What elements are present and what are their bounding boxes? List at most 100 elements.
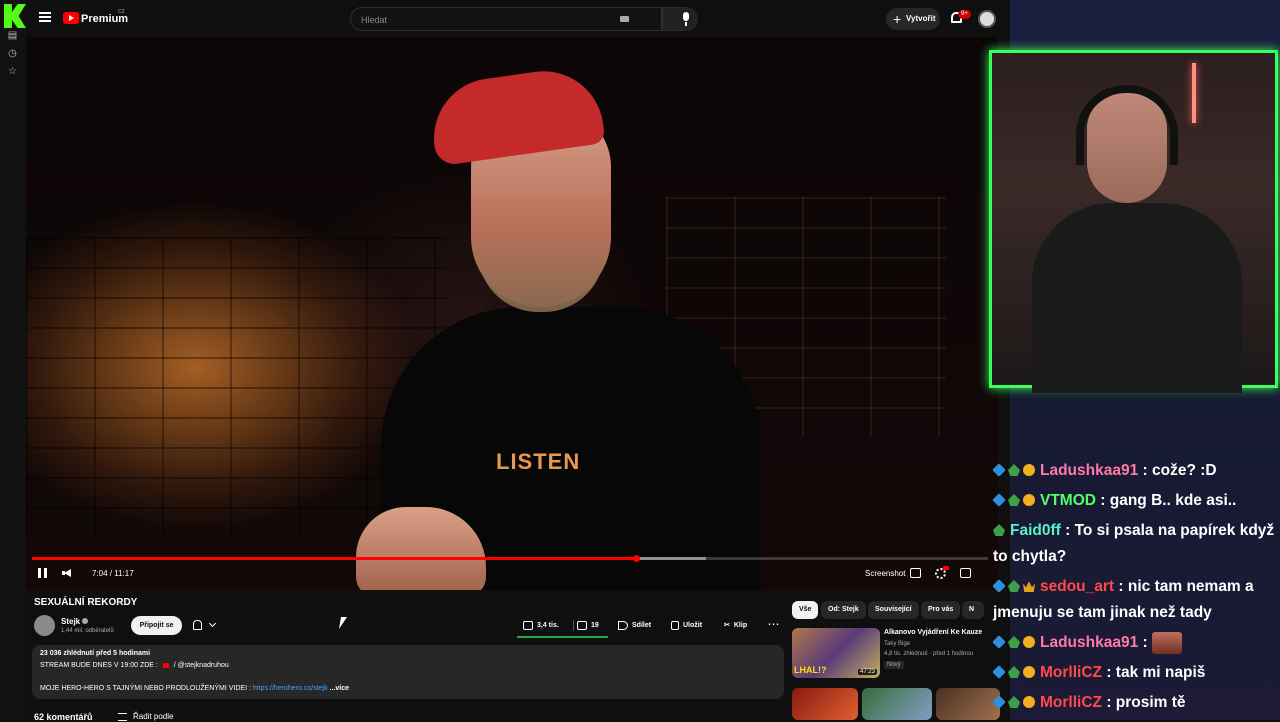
join-button[interactable]: Připojit se xyxy=(131,616,182,635)
chat-username[interactable]: Faid0ff xyxy=(1010,522,1061,539)
recommendation-title[interactable]: Alkanovo Vyjádření Ke Kauze xyxy=(884,629,984,636)
chip-from-channel[interactable]: Od: Stejk xyxy=(821,601,866,619)
notification-button[interactable] xyxy=(188,616,224,635)
chat-message: Ladushkaa91 : cože? :D xyxy=(992,458,1278,484)
library-icon[interactable]: ▤ xyxy=(7,30,18,41)
chat-emote xyxy=(1152,631,1183,654)
chat-feed: Ladushkaa91 : cože? :D VTMOD : gang B.. k… xyxy=(992,458,1278,720)
clip-button[interactable]: ✂ Klip xyxy=(724,616,747,635)
chat-text: : cože? :D xyxy=(1142,462,1217,479)
chat-message: MorlliCZ : prosim tě xyxy=(992,690,1278,716)
more-actions-button[interactable]: ⋯ xyxy=(766,616,781,635)
recommendation-thumbnail-3[interactable] xyxy=(862,688,932,720)
save-label: Uložit xyxy=(683,622,703,629)
chat-text: : prosim tě xyxy=(1106,694,1186,711)
like-count: 3,4 tis. xyxy=(537,622,559,629)
search-input[interactable] xyxy=(361,13,601,26)
history-icon[interactable]: ◷ xyxy=(7,48,18,59)
chat-badge-icon xyxy=(1008,636,1020,648)
menu-icon[interactable] xyxy=(39,12,51,22)
recommendation-thumbnail-4[interactable] xyxy=(936,688,1000,720)
theater-mode-icon[interactable] xyxy=(960,568,971,578)
chip-next[interactable]: N xyxy=(962,601,984,619)
new-badge: Nový xyxy=(884,661,904,669)
chat-text: : tak mi napiš xyxy=(1106,664,1206,681)
bell-icon xyxy=(193,620,202,630)
time-display: 7:04 / 11:17 xyxy=(92,569,134,578)
description-hero-line: MOJE HERO-HERO S TAJNÝMI NEBO PRODLOUŽEN… xyxy=(40,685,349,692)
voice-search-button[interactable] xyxy=(674,7,698,31)
account-avatar[interactable] xyxy=(978,10,996,28)
kick-logo[interactable] xyxy=(4,4,26,28)
screenshot-button[interactable]: Screenshot xyxy=(865,569,905,578)
dislike-button[interactable]: 19 xyxy=(577,616,599,635)
save-button[interactable]: Uložit xyxy=(671,616,702,635)
chat-badge-icon xyxy=(1023,464,1035,476)
recommendation-thumbnail-2[interactable] xyxy=(792,688,858,720)
view-count-time: 23 036 zhlédnutí před 5 hodinami xyxy=(40,650,151,657)
chat-badge-icon xyxy=(992,493,1006,507)
chat-username[interactable]: VTMOD xyxy=(1040,492,1096,509)
chip-related[interactable]: Související xyxy=(868,601,919,619)
share-label: Sdílet xyxy=(632,622,652,629)
video-title: SEXUÁLNÍ REKORDY xyxy=(34,597,138,608)
streamer-body xyxy=(1032,203,1242,393)
chat-message: VTMOD : gang B.. kde asi.. xyxy=(992,488,1278,514)
chat-username[interactable]: Ladushkaa91 xyxy=(1040,462,1138,479)
chat-badge-icon xyxy=(992,665,1006,679)
chat-badge-icon xyxy=(1023,666,1035,678)
subtitles-icon[interactable] xyxy=(910,568,921,578)
description-stream-line: STREAM BUDE DNES V 19:00 ZDE : / @stejkn… xyxy=(40,662,229,669)
verified-icon xyxy=(82,618,88,624)
chat-badge-icon xyxy=(1023,494,1035,506)
chat-text: : nic tam nemam a jmenuju se tam jinak n… xyxy=(993,578,1254,621)
create-button[interactable]: Vytvořit xyxy=(886,8,940,30)
shirt-text: LISTEN xyxy=(496,449,581,474)
chat-badge-icon xyxy=(1008,696,1020,708)
kick-sidebar: ▤ ◷ ☆ xyxy=(0,0,26,720)
channel-handle-link[interactable]: / @stejknadruhou xyxy=(174,662,229,669)
recommendation-meta: 4,8 tis. zhlédnutí · před 1 hodinou xyxy=(884,651,974,657)
chat-message: sedou_art : nic tam nemam a jmenuju se t… xyxy=(992,574,1278,626)
chat-badge-icon xyxy=(1023,581,1035,592)
neon-light xyxy=(1192,63,1196,123)
chat-message: MorlliCZ : tak mi napiš xyxy=(992,660,1278,686)
like-button[interactable]: 3,4 tis. xyxy=(523,616,559,635)
star-icon[interactable]: ☆ xyxy=(7,66,18,77)
comments-count: 62 komentářů xyxy=(34,712,93,722)
channel-name[interactable]: Stejk xyxy=(61,617,80,626)
thumb-up-icon xyxy=(523,620,533,630)
chat-username[interactable]: sedou_art xyxy=(1040,578,1114,595)
keyboard-icon[interactable] xyxy=(620,16,629,22)
chat-username[interactable]: MorlliCZ xyxy=(1040,694,1102,711)
chat-badge-icon xyxy=(993,524,1005,536)
like-divider xyxy=(573,620,574,631)
search-box[interactable] xyxy=(350,7,662,31)
recommendation-channel[interactable]: Taky Bige xyxy=(884,641,910,647)
volume-icon[interactable] xyxy=(62,569,71,577)
chat-badge-icon xyxy=(1008,494,1020,506)
chat-username[interactable]: Ladushkaa91 xyxy=(1040,634,1138,651)
chip-for-you[interactable]: Pro vás xyxy=(921,601,961,619)
channel-avatar[interactable] xyxy=(34,615,55,636)
chat-username[interactable]: MorlliCZ xyxy=(1040,664,1102,681)
chat-badge-icon xyxy=(1008,580,1020,592)
chat-message: Faid0ff : To si psala na papírek když to… xyxy=(993,518,1278,570)
video-player[interactable]: LISTEN 7:04 / 11:17 Screenshot xyxy=(26,37,998,590)
chip-all[interactable]: Vše xyxy=(792,601,819,619)
region-label: CZ xyxy=(118,9,125,15)
description-box[interactable]: 23 036 zhlédnutí před 5 hodinami STREAM … xyxy=(32,645,784,699)
hero-text: MOJE HERO-HERO S TAJNÝMI NEBO PRODLOUŽEN… xyxy=(40,685,251,692)
progress-bar[interactable] xyxy=(32,555,988,562)
pause-button[interactable] xyxy=(38,568,47,578)
hero-url-link[interactable]: https://herohero.co/stejk xyxy=(253,685,328,692)
chat-badge-icon xyxy=(992,579,1006,593)
youtube-logo-icon[interactable] xyxy=(63,12,79,24)
chevron-down-icon xyxy=(208,619,217,628)
show-more-link[interactable]: ...více xyxy=(330,685,349,692)
recommendation-thumbnail[interactable]: LHAL!? 47:23 xyxy=(792,628,880,678)
chat-badge-icon xyxy=(1008,666,1020,678)
share-button[interactable]: Sdílet xyxy=(618,616,651,635)
youtube-header: Premium CZ Vytvořit 9+ xyxy=(26,0,1010,37)
chat-message: Ladushkaa91 : xyxy=(992,630,1278,656)
